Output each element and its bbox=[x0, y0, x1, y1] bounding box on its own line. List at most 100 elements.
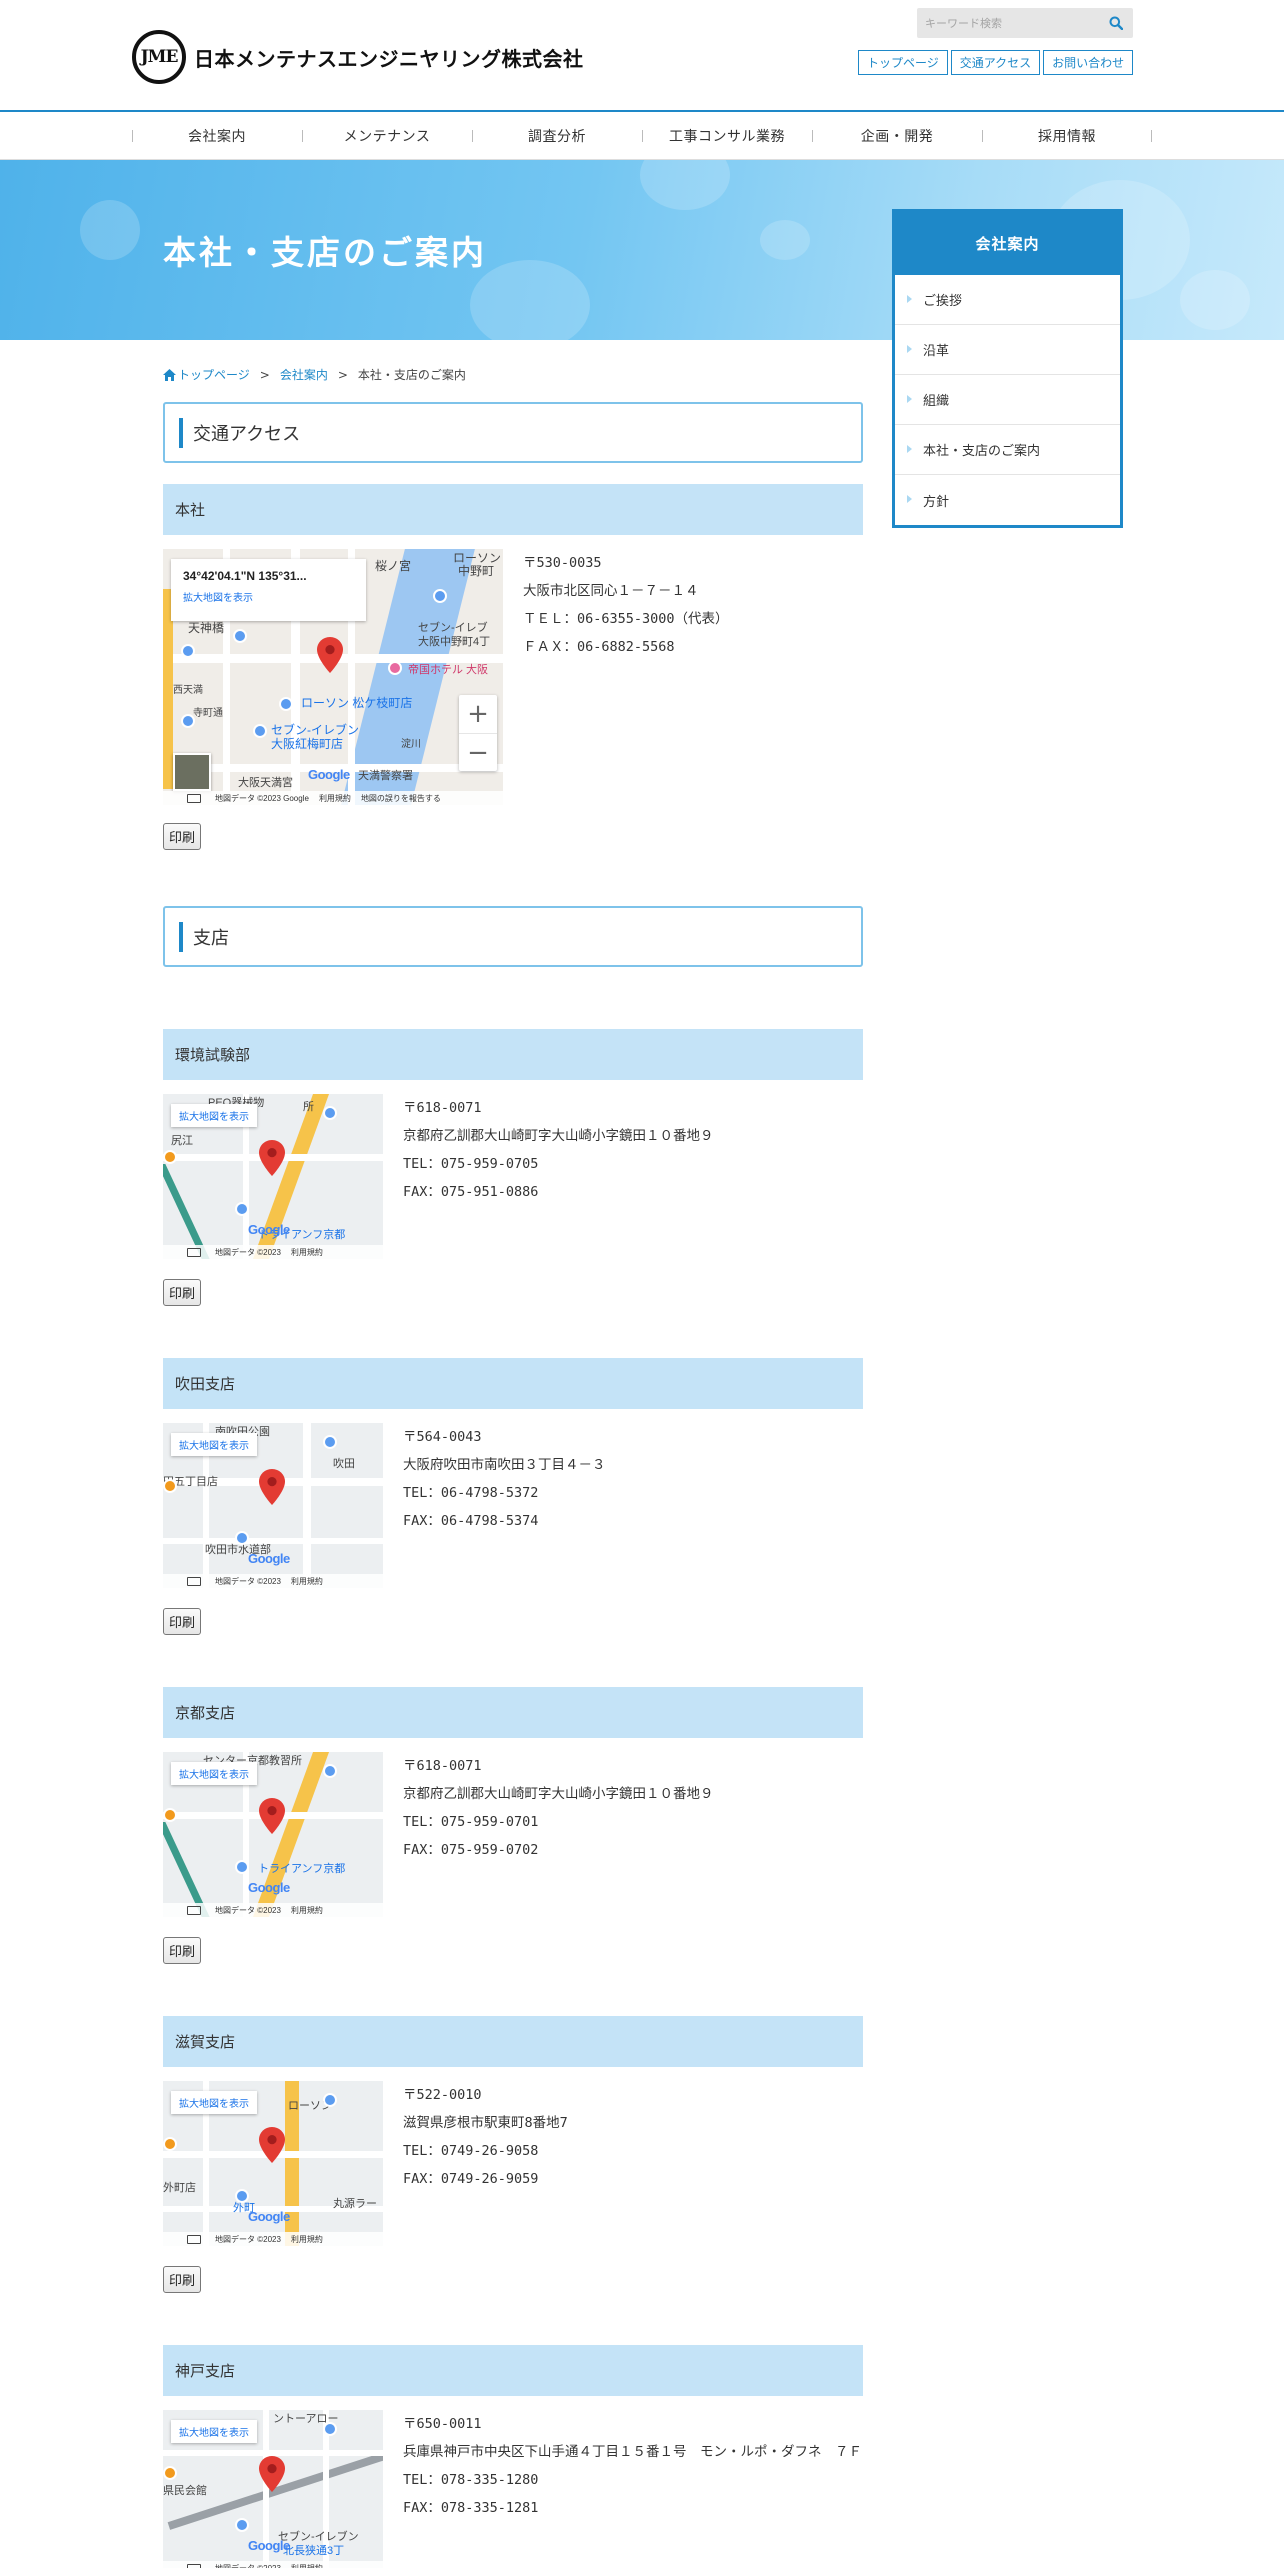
map-attribution: 地図データ ©2023 bbox=[215, 1905, 281, 1915]
map-info-card: 34°42'04.1"N 135°31... 拡大地図を表示 bbox=[171, 559, 366, 621]
google-logo: Google bbox=[248, 1551, 290, 1566]
sidebar-item-history[interactable]: 沿革 bbox=[895, 325, 1120, 375]
map-poi-icon bbox=[163, 2137, 177, 2151]
map-embed[interactable]: 南吹田公園 吹田 田五丁目店 吹田市水道部 Google 拡大地図を表示 地図データ ©… bbox=[163, 1423, 383, 1588]
keyboard-icon[interactable] bbox=[187, 794, 201, 803]
keyboard-icon[interactable] bbox=[187, 2235, 201, 2244]
map-layer-toggle[interactable] bbox=[173, 753, 211, 791]
keyboard-icon[interactable] bbox=[187, 1906, 201, 1915]
keyboard-icon[interactable] bbox=[187, 1577, 201, 1586]
office-info: 〒650-0011 兵庫県神戸市中央区下山手通４丁目１５番１号 モン・ルポ・ダフ… bbox=[403, 2410, 863, 2568]
map-embed[interactable]: ローソン 外町店 丸源ラー 外町 Google 拡大地図を表示 地図データ ©2023 … bbox=[163, 2081, 383, 2246]
branch-block: 環境試験部 PEO器械物所尻江 トライアンフ京都 Google 拡大地図を表示 地図… bbox=[163, 1029, 863, 1306]
keyboard-icon[interactable] bbox=[187, 1248, 201, 1257]
map-poi-icon bbox=[181, 644, 195, 658]
search-input[interactable] bbox=[917, 8, 1097, 38]
sidebar-item-policy[interactable]: 方針 bbox=[895, 475, 1120, 525]
print-button[interactable]: 印刷 bbox=[163, 823, 202, 850]
top-link-access[interactable]: 交通アクセス bbox=[950, 50, 1041, 75]
zoom-in-button[interactable]: + bbox=[459, 695, 497, 733]
map-terms-link[interactable]: 利用規約 bbox=[319, 793, 351, 804]
office-heading: 環境試験部 bbox=[163, 1029, 863, 1080]
map-poi-icon bbox=[163, 1479, 177, 1493]
map-poi-icon bbox=[433, 589, 447, 603]
google-logo: Google bbox=[248, 2538, 290, 2553]
map-poi-icon bbox=[163, 1808, 177, 1822]
map-place-label: 北長狭通3丁 bbox=[283, 2545, 345, 2557]
branch-block: 吹田支店 南吹田公園 吹田 田五丁目店 吹田市水道部 Google 拡大地図を表示 地図… bbox=[163, 1358, 863, 1635]
map-place-label: 外町店 bbox=[163, 2182, 196, 2194]
map-terms-link[interactable]: 利用規約 bbox=[291, 1576, 323, 1587]
global-nav: 会社案内 メンテナンス 調査分析 工事コンサル業務 企画・開発 採用情報 bbox=[0, 110, 1284, 160]
search-icon bbox=[1109, 16, 1123, 30]
map-place-label: 所 bbox=[303, 1101, 314, 1113]
map-place-label: 西天満 bbox=[173, 685, 203, 696]
map-terms-link[interactable]: 利用規約 bbox=[291, 1905, 323, 1916]
search-button[interactable] bbox=[1099, 8, 1133, 38]
map-enlarge-link[interactable]: 拡大地図を表示 bbox=[171, 1104, 257, 1127]
map-attribution: 地図データ ©2023 bbox=[215, 2563, 281, 2568]
print-button[interactable]: 印刷 bbox=[163, 1279, 202, 1306]
nav-item-consulting[interactable]: 工事コンサル業務 bbox=[642, 112, 812, 160]
map-place-label: 天満警察署 bbox=[358, 770, 413, 782]
zoom-out-button[interactable]: − bbox=[459, 733, 497, 771]
breadcrumb-parent[interactable]: 会社案内 bbox=[280, 366, 328, 383]
nav-item-maintenance[interactable]: メンテナンス bbox=[302, 112, 472, 160]
map-place-label: 丸源ラー bbox=[333, 2198, 377, 2210]
top-link-home[interactable]: トップページ bbox=[858, 50, 948, 75]
office-info: 〒564-0043 大阪府吹田市南吹田３丁目４－３ TEL：06-4798-53… bbox=[403, 1423, 863, 1588]
postal-code: 〒618-0071 bbox=[403, 1100, 482, 1116]
fax: FAX：075-951-0886 bbox=[403, 1184, 539, 1200]
section-heading-branches: 支店 bbox=[163, 906, 863, 967]
map-embed[interactable]: 34°42'04.1"N 135°31... 拡大地図を表示 ローソン 中野町 … bbox=[163, 549, 503, 805]
map-enlarge-link[interactable]: 拡大地図を表示 bbox=[183, 593, 253, 604]
chevron-right-icon bbox=[907, 495, 912, 503]
sidebar-item-organization[interactable]: 組織 bbox=[895, 375, 1120, 425]
branch-list: 環境試験部 PEO器械物所尻江 トライアンフ京都 Google 拡大地図を表示 地図… bbox=[163, 1029, 863, 2568]
map-embed[interactable]: センター京都教習所 トライアンフ京都 Google 拡大地図を表示 地図データ ©2… bbox=[163, 1752, 383, 1917]
nav-item-analysis[interactable]: 調査分析 bbox=[472, 112, 642, 160]
sidebar-item-offices[interactable]: 本社・支店のご案内 bbox=[895, 425, 1120, 475]
map-terms-link[interactable]: 利用規約 bbox=[291, 1247, 323, 1258]
nav-item-recruit[interactable]: 採用情報 bbox=[982, 112, 1152, 160]
map-embed[interactable]: PEO器械物所尻江 トライアンフ京都 Google 拡大地図を表示 地図データ ©2… bbox=[163, 1094, 383, 1259]
map-attribution: 地図データ ©2023 bbox=[215, 2234, 281, 2244]
map-place-label: 尻江 bbox=[171, 1135, 193, 1147]
tel: TEL：075-959-0701 bbox=[403, 1814, 539, 1830]
map-place-label: ローソン 松ケ枝町店 bbox=[301, 696, 413, 710]
map-pin-icon bbox=[259, 1798, 285, 1834]
company-logo[interactable]: JME 日本メンテナスエンジニヤリング株式会社 bbox=[132, 30, 584, 84]
print-button[interactable]: 印刷 bbox=[163, 1608, 202, 1635]
map-poi-icon bbox=[323, 1435, 337, 1449]
office-heading: 京都支店 bbox=[163, 1687, 863, 1738]
sidebar-menu: 会社案内 ご挨拶 沿革 組織 本社・支店のご案内 方針 bbox=[892, 209, 1123, 528]
keyboard-icon[interactable] bbox=[187, 2564, 201, 2568]
branch-block: 神戸支店 ントーアロー 県民会館 セブン-イレブン 北長狭通3丁 Google 拡大地図… bbox=[163, 2345, 863, 2568]
nav-item-company[interactable]: 会社案内 bbox=[132, 112, 302, 160]
map-enlarge-link[interactable]: 拡大地図を表示 bbox=[171, 2091, 257, 2114]
print-button[interactable]: 印刷 bbox=[163, 2266, 202, 2293]
map-enlarge-link[interactable]: 拡大地図を表示 bbox=[171, 1433, 257, 1456]
map-report-link[interactable]: 地図の誤りを報告する bbox=[361, 793, 441, 804]
map-poi-icon bbox=[235, 1202, 249, 1216]
map-pin-icon bbox=[259, 2127, 285, 2163]
nav-item-development[interactable]: 企画・開発 bbox=[812, 112, 982, 160]
fax: FAX：0749-26-9059 bbox=[403, 2171, 539, 2187]
map-pin-icon bbox=[259, 1140, 285, 1176]
fax: FAX：078-335-1281 bbox=[403, 2500, 539, 2516]
map-terms-link[interactable]: 利用規約 bbox=[291, 2234, 323, 2245]
map-terms-link[interactable]: 利用規約 bbox=[291, 2563, 323, 2568]
top-link-contact[interactable]: お問い合わせ bbox=[1043, 50, 1134, 75]
map-poi-icon bbox=[323, 2422, 337, 2436]
sidebar-item-greeting[interactable]: ご挨拶 bbox=[895, 275, 1120, 325]
tel: TEL：075-959-0705 bbox=[403, 1156, 539, 1172]
google-logo: Google bbox=[248, 2209, 290, 2224]
map-embed[interactable]: ントーアロー 県民会館 セブン-イレブン 北長狭通3丁 Google 拡大地図を表示 地… bbox=[163, 2410, 383, 2568]
breadcrumb-home[interactable]: トップページ bbox=[163, 366, 250, 383]
main-content: 交通アクセス 本社 34°42'04.1"N 135°31... 拡大地図を表示… bbox=[163, 402, 863, 2568]
print-button[interactable]: 印刷 bbox=[163, 1937, 202, 1964]
postal-code: 〒650-0011 bbox=[403, 2416, 482, 2432]
map-enlarge-link[interactable]: 拡大地図を表示 bbox=[171, 1762, 257, 1785]
map-enlarge-link[interactable]: 拡大地図を表示 bbox=[171, 2420, 257, 2443]
postal-code: 〒530-0035 bbox=[523, 555, 602, 571]
